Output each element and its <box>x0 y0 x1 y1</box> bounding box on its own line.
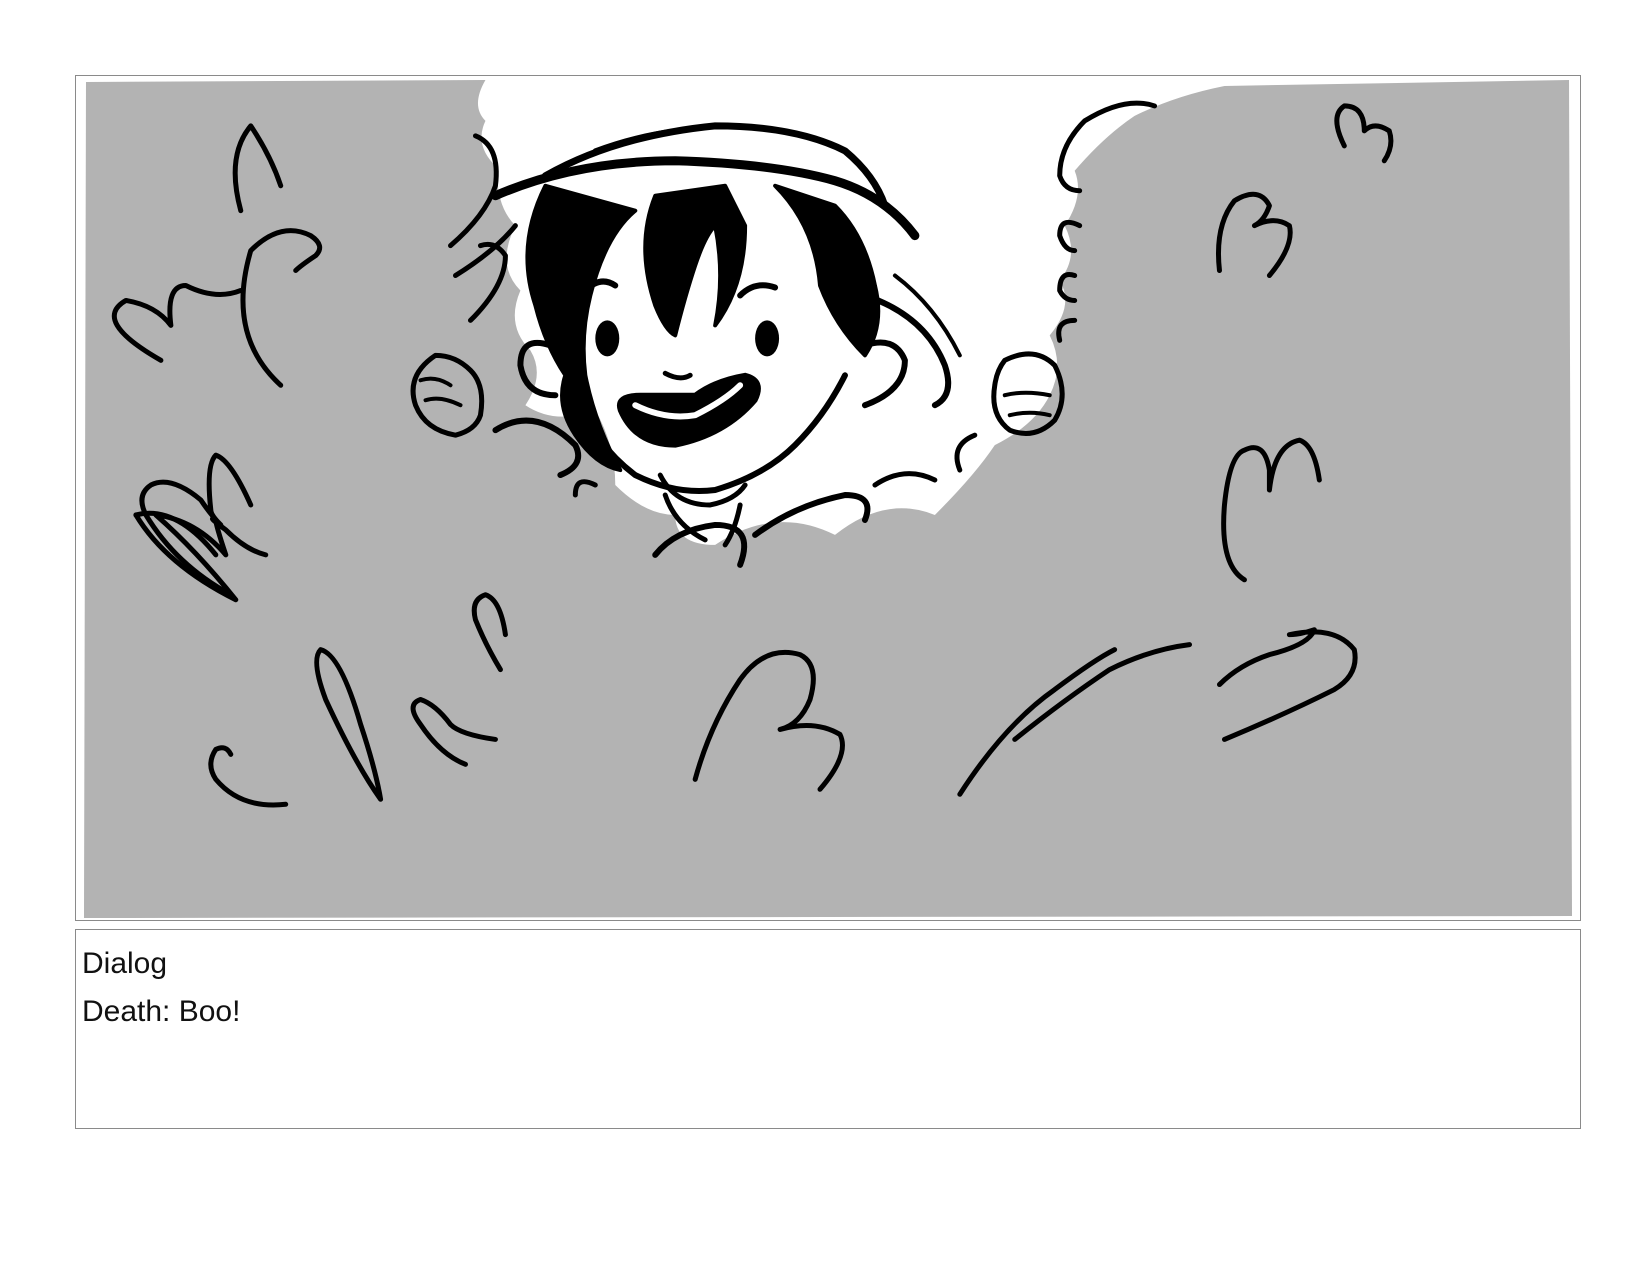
dialog-line: Death: Boo! <box>82 995 241 1028</box>
dialog-notes: Dialog Death: Boo! <box>75 929 1581 1129</box>
notes-heading: Dialog <box>82 947 168 980</box>
storyboard-panel <box>75 75 1581 921</box>
storyboard-sketch-image <box>83 79 1573 919</box>
